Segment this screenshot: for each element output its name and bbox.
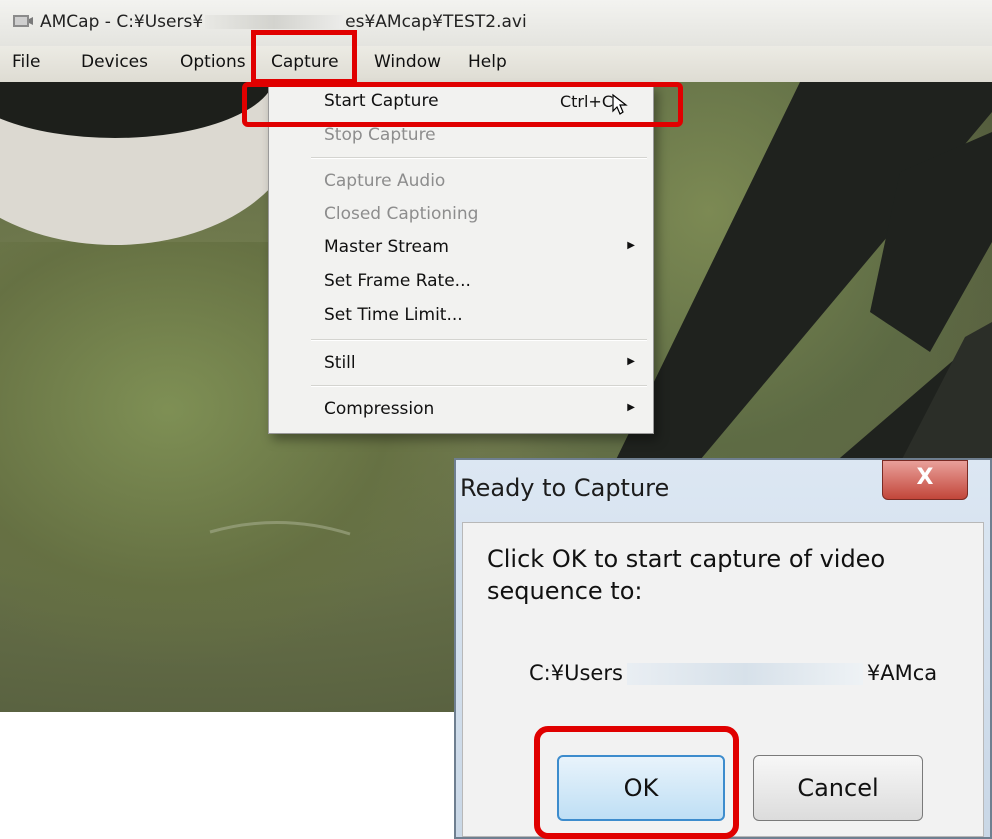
cancel-button[interactable]: Cancel xyxy=(753,755,923,821)
title-blur xyxy=(205,15,344,29)
menu-stop-capture[interactable]: Stop Capture xyxy=(324,125,436,145)
title-bar: AMCap - C:¥Users¥ es¥AMcap¥TEST2.avi xyxy=(0,0,992,46)
menu-set-time-limit[interactable]: Set Time Limit... xyxy=(324,305,463,325)
menu-file[interactable]: File xyxy=(12,52,40,72)
capture-file-path: C:¥Users ¥AMca xyxy=(529,661,937,685)
highlight-start-capture xyxy=(242,82,683,127)
path-suffix: ¥AMca xyxy=(866,661,938,685)
menu-options[interactable]: Options xyxy=(180,52,246,72)
dialog-close-button[interactable]: X xyxy=(882,460,968,500)
menu-window[interactable]: Window xyxy=(374,52,441,72)
submenu-arrow-icon: ▶ xyxy=(627,356,635,367)
path-blur xyxy=(626,663,863,685)
menu-help[interactable]: Help xyxy=(468,52,507,72)
menu-separator xyxy=(311,385,647,387)
capture-menu: Start Capture Ctrl+C Stop Capture Captur… xyxy=(268,84,654,434)
menu-capture-audio[interactable]: Capture Audio xyxy=(324,171,445,191)
dialog-message: Click OK to start capture of video seque… xyxy=(487,545,886,605)
submenu-arrow-icon: ▶ xyxy=(627,240,635,251)
menu-set-frame-rate[interactable]: Set Frame Rate... xyxy=(324,271,471,291)
menu-closed-captioning[interactable]: Closed Captioning xyxy=(324,204,478,224)
menu-separator xyxy=(311,157,647,159)
menu-separator xyxy=(311,339,647,341)
submenu-arrow-icon: ▶ xyxy=(627,402,635,413)
highlight-capture-menu xyxy=(251,30,357,84)
window-title: AMCap - C:¥Users¥ es¥AMcap¥TEST2.avi xyxy=(40,12,527,32)
close-icon: X xyxy=(916,465,934,490)
highlight-ok-button xyxy=(534,726,739,839)
menu-compression[interactable]: Compression xyxy=(324,399,434,419)
menu-devices[interactable]: Devices xyxy=(81,52,148,72)
app-icon xyxy=(13,15,33,27)
path-prefix: C:¥Users xyxy=(529,661,623,685)
menu-master-stream[interactable]: Master Stream xyxy=(324,237,449,257)
scene-streak xyxy=(209,520,351,536)
menu-still[interactable]: Still xyxy=(324,353,356,373)
dialog-title: Ready to Capture xyxy=(460,474,670,502)
